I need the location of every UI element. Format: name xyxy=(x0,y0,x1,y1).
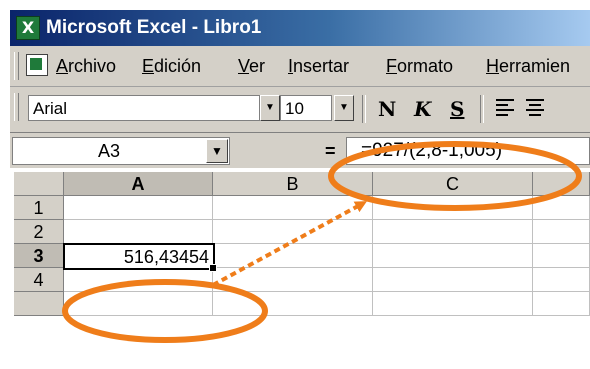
formula-bar: A3 ▼ = =927/(2,8-1,005) xyxy=(10,132,590,169)
formula-input[interactable]: =927/(2,8-1,005) xyxy=(346,137,590,165)
name-box-dropdown-icon[interactable]: ▼ xyxy=(206,139,228,163)
bold-button[interactable]: N xyxy=(378,97,396,121)
menu-bar: Archivo Edición Ver Insertar Formato Her… xyxy=(10,46,590,87)
edit-formula-button[interactable]: = xyxy=(325,140,336,162)
toolbar-grip[interactable] xyxy=(14,93,19,121)
formatting-toolbar: Arial ▼ 10 ▼ N K S xyxy=(10,87,590,131)
title-bar[interactable]: X Microsoft Excel - Libro1 xyxy=(10,10,590,46)
window-title: Microsoft Excel - Libro1 xyxy=(46,17,262,38)
cell-a1[interactable] xyxy=(64,196,213,220)
font-dropdown-icon[interactable]: ▼ xyxy=(260,95,280,121)
align-left-icon[interactable] xyxy=(496,99,514,117)
font-name-field[interactable]: Arial xyxy=(28,95,260,121)
menu-herramientas[interactable]: Herramien xyxy=(486,55,570,77)
italic-button[interactable]: K xyxy=(414,97,431,121)
cell-c3[interactable] xyxy=(373,244,533,268)
cell-a2[interactable] xyxy=(64,220,213,244)
column-header-c[interactable]: C xyxy=(373,172,533,196)
menu-archivo[interactable]: Archivo xyxy=(56,55,116,77)
excel-window: X Microsoft Excel - Libro1 Archivo Edici… xyxy=(10,10,590,369)
excel-app-icon[interactable]: X xyxy=(16,16,40,40)
cell-c5[interactable] xyxy=(373,292,533,316)
cell-a5[interactable] xyxy=(64,292,213,316)
menu-ver[interactable]: Ver xyxy=(238,55,265,77)
cell-b4[interactable] xyxy=(213,268,373,292)
cell-c4[interactable] xyxy=(373,268,533,292)
font-size-field[interactable]: 10 xyxy=(280,95,332,121)
underline-button[interactable]: S xyxy=(450,97,464,121)
toolbar-separator xyxy=(480,95,484,123)
cell-a3[interactable]: 516,43454 xyxy=(63,243,217,272)
fill-handle[interactable] xyxy=(209,264,217,272)
row-header-2[interactable]: 2 xyxy=(14,220,64,244)
cell-b5[interactable] xyxy=(213,292,373,316)
row-header-1[interactable]: 1 xyxy=(14,196,64,220)
align-center-icon[interactable] xyxy=(526,99,544,117)
cell-d2[interactable] xyxy=(533,220,590,244)
menu-formato[interactable]: Formato xyxy=(386,55,453,77)
cell-a3-value: 516,43454 xyxy=(123,247,209,267)
cell-b1[interactable] xyxy=(213,196,373,220)
cell-a4[interactable] xyxy=(64,268,213,292)
cell-d5[interactable] xyxy=(533,292,590,316)
menu-insertar[interactable]: Insertar xyxy=(288,55,349,77)
row-header-3[interactable]: 3 xyxy=(14,244,64,268)
row-header-5[interactable] xyxy=(14,292,64,316)
worksheet-grid: A B C 1 2 3 4 516,43454 xyxy=(10,168,590,369)
cell-d4[interactable] xyxy=(533,268,590,292)
toolbar-separator xyxy=(362,95,366,123)
menubar-grip[interactable] xyxy=(14,52,19,80)
cell-b2[interactable] xyxy=(213,220,373,244)
column-header-d[interactable] xyxy=(533,172,590,196)
column-header-a[interactable]: A xyxy=(64,172,213,196)
cell-b3[interactable] xyxy=(213,244,373,268)
menu-edicion[interactable]: Edición xyxy=(142,55,201,77)
size-dropdown-icon[interactable]: ▼ xyxy=(334,95,354,121)
row-header-4[interactable]: 4 xyxy=(14,268,64,292)
column-header-b[interactable]: B xyxy=(213,172,373,196)
workbook-icon[interactable] xyxy=(26,54,48,76)
cell-d3[interactable] xyxy=(533,244,590,268)
cell-c1[interactable] xyxy=(373,196,533,220)
name-box[interactable]: A3 xyxy=(12,137,230,165)
cell-c2[interactable] xyxy=(373,220,533,244)
cell-d1[interactable] xyxy=(533,196,590,220)
select-all-corner[interactable] xyxy=(14,172,64,196)
